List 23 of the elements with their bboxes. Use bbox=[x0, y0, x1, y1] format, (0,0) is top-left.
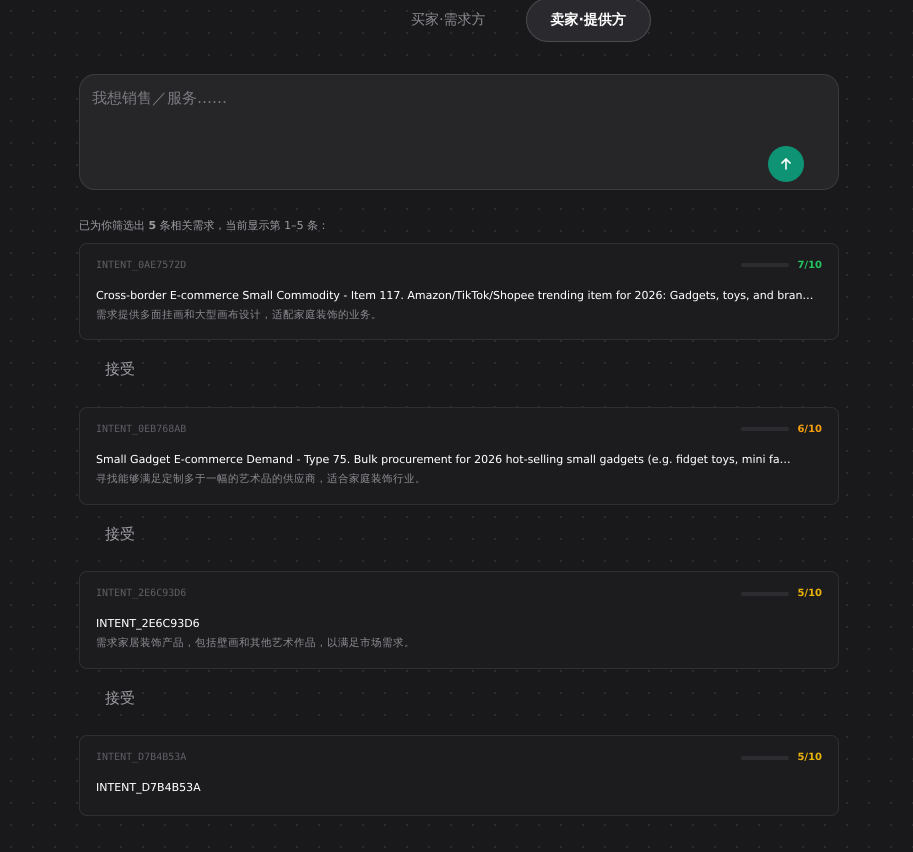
result-description: 寻找能够满足定制多于一幅的艺术品的供应商，适合家庭装饰行业。 bbox=[96, 472, 427, 487]
result-title: Cross-border E-commerce Small Commodity - Item 117. Amazon/TikTok/Shopee trending item for 2026: Gadgets, toys, and bran… bbox=[96, 288, 814, 304]
accept-button[interactable]: 接受 bbox=[97, 682, 143, 714]
tab[interactable]: 买家·需求方 bbox=[387, 0, 510, 42]
score: 6/10 bbox=[797, 422, 822, 437]
arrow-up-icon bbox=[780, 158, 792, 170]
intent-id: INTENT_D7B4B53A bbox=[96, 751, 186, 766]
result-description: 需求家居装饰产品，包括壁画和其他艺术作品，以满足市场需求。 bbox=[96, 636, 416, 651]
score: 7/10 bbox=[797, 258, 822, 272]
score: 5/10 bbox=[797, 751, 822, 766]
tab[interactable]: 卖家·提供方 bbox=[526, 0, 651, 42]
intent-id: INTENT_0EB768AB bbox=[96, 422, 186, 437]
message-input[interactable]: 我想销售／服务…… bbox=[79, 74, 839, 190]
result-title: Small Gadget E-commerce Demand - Type 75. Bulk procurement for 2026 hot-selling small gadgets (e.g. fidget toys, mini fa… bbox=[96, 452, 792, 468]
intent-id: INTENT_0AE7572D bbox=[96, 258, 186, 272]
result-description: 需求提供多面挂画和大型画布设计，适配家庭装饰的业务。 bbox=[96, 308, 383, 322]
accept-button[interactable]: 接受 bbox=[97, 518, 143, 549]
results-summary: 已为你筛选出 5 条相关需求，当前显示第 1–5 条： bbox=[79, 218, 330, 234]
intent-id: INTENT_2E6C93D6 bbox=[96, 587, 186, 601]
accept-button[interactable]: 接受 bbox=[97, 354, 143, 385]
score: 5/10 bbox=[797, 587, 822, 601]
result-title: INTENT_2E6C93D6 bbox=[96, 616, 201, 632]
result-title: INTENT_D7B4B53A bbox=[96, 780, 202, 796]
